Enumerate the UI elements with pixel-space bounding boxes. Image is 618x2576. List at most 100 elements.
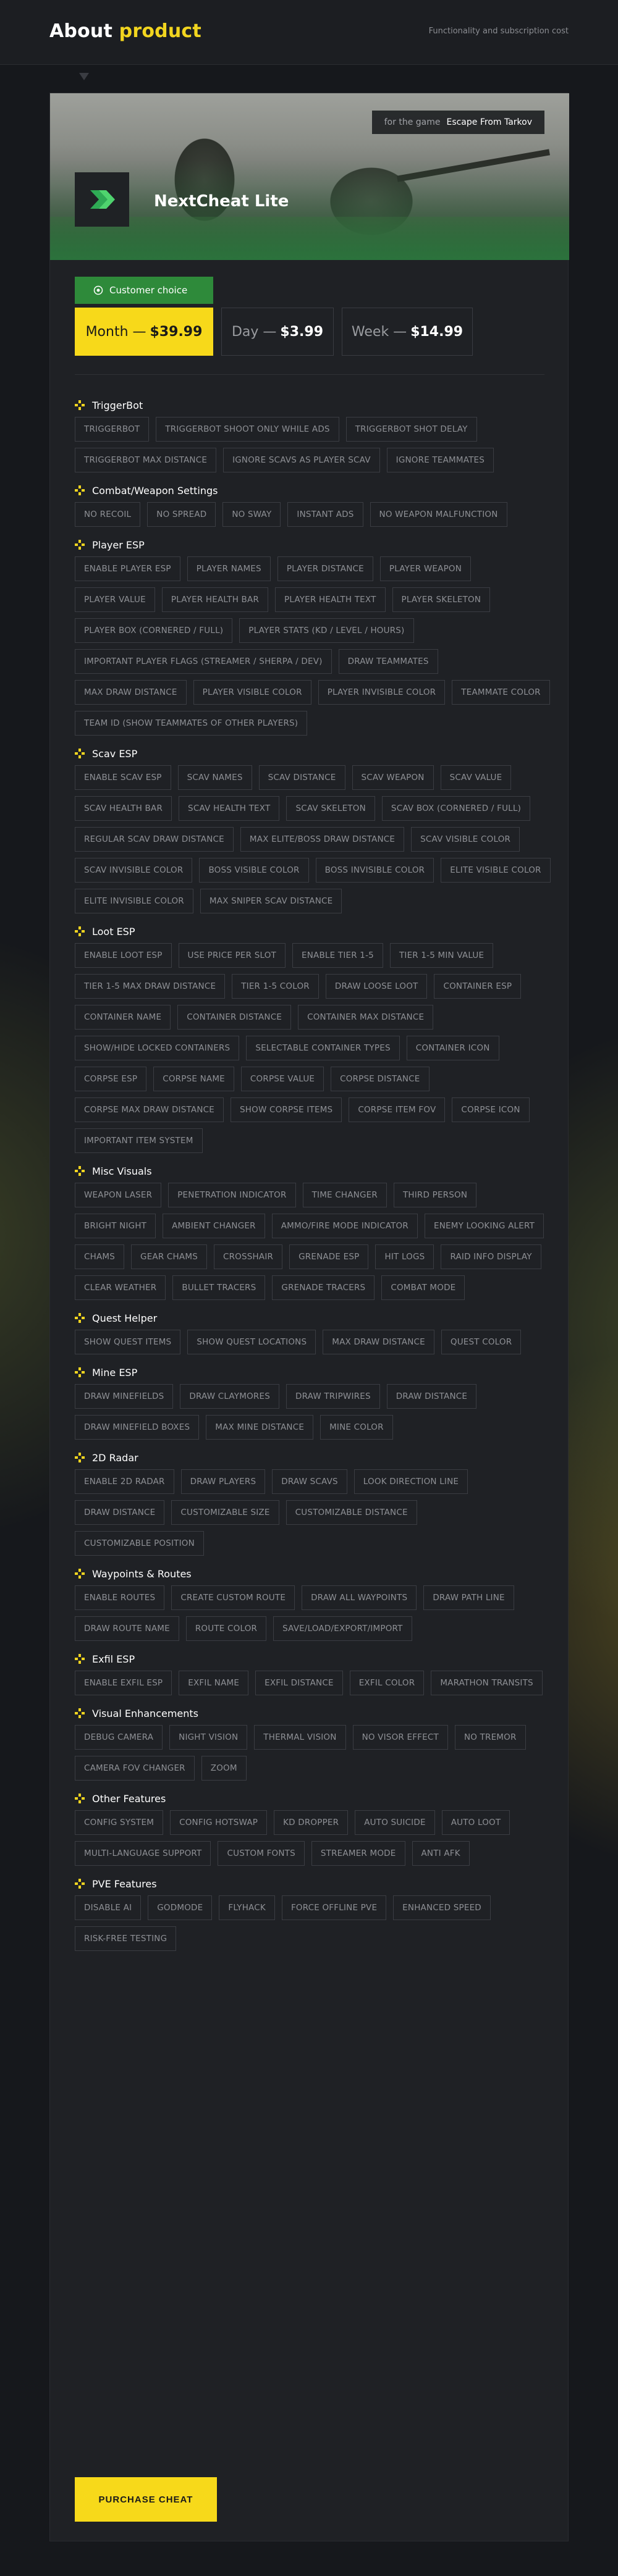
section-title: Combat/Weapon Settings (75, 481, 551, 500)
feature-tag: GEAR CHAMS (131, 1244, 207, 1269)
feature-tag: ENABLE SCAV ESP (75, 765, 171, 790)
feature-tags: SHOW QUEST ITEMS SHOW QUEST LOCATIONS MAX … (75, 1330, 551, 1354)
feature-tag: ELITE INVISIBLE COLOR (75, 889, 193, 913)
nextcheat-logo-icon (75, 172, 129, 227)
feature-list: TriggerBot TRIGGERBOT TRIGGERBOT SHOOT ONL… (75, 396, 551, 1960)
feature-tag: PLAYER WEAPON (379, 556, 472, 581)
section-title: Player ESP (75, 535, 551, 554)
feature-tags: ENABLE PLAYER ESP PLAYER NAMES PLAYER DIST… (75, 556, 551, 736)
feature-tag: CONTAINER ICON (406, 1036, 499, 1060)
feature-tag: PLAYER SKELETON (392, 587, 491, 612)
feature-tag: PLAYER HEALTH TEXT (275, 587, 386, 612)
feature-tag: PLAYER NAMES (187, 556, 271, 581)
feature-tag: COMBAT MODE (381, 1275, 465, 1300)
feature-tag: PLAYER STATS (KD / LEVEL / HOURS) (239, 618, 414, 643)
feature-section: Mine ESP DRAW MINEFIELDS DRAW CLAYMORES DRA… (75, 1363, 551, 1440)
feature-tags: DRAW MINEFIELDS DRAW CLAYMORES DRAW TRIPWI… (75, 1384, 551, 1440)
game-tag: for the game Escape From Tarkov (371, 111, 544, 134)
feature-tag: RAID INFO DISPLAY (441, 1244, 541, 1269)
feature-tag: MAX DRAW DISTANCE (323, 1330, 434, 1354)
feature-tag: HIT LOGS (375, 1244, 434, 1269)
feature-tag: SHOW QUEST ITEMS (75, 1330, 181, 1354)
page-title: About product (49, 20, 201, 42)
feature-tag: KD DROPPER (274, 1810, 349, 1835)
feature-tag: EXFIL DISTANCE (255, 1671, 343, 1695)
feature-section: PVE Features DISABLE AI GODMODE FLYHACK FORC… (75, 1874, 551, 1951)
feature-tag: PLAYER DISTANCE (277, 556, 373, 581)
feature-tag: TIME CHANGER (302, 1183, 387, 1207)
feature-tag: EXFIL COLOR (349, 1671, 425, 1695)
feature-tag: ENABLE ROUTES (75, 1585, 165, 1610)
section-title-label: Combat/Weapon Settings (92, 484, 218, 497)
purchase-button[interactable]: PURCHASE CHEAT (75, 2477, 217, 2522)
feature-tag: CONTAINER NAME (75, 1005, 171, 1030)
crosshair-icon (75, 1569, 85, 1579)
plan-day[interactable]: Day — $3.99 (221, 308, 334, 356)
section-title-label: Player ESP (92, 539, 145, 551)
section-title-label: Quest Helper (92, 1312, 158, 1324)
feature-tag: AUTO LOOT (441, 1810, 510, 1835)
feature-tag: BOSS INVISIBLE COLOR (315, 858, 434, 883)
feature-tag: MAX ELITE/BOSS DRAW DISTANCE (240, 827, 405, 852)
feature-tag: SCAV VALUE (440, 765, 512, 790)
feature-tag: SCAV INVISIBLE COLOR (75, 858, 193, 883)
feature-tag: CONTAINER DISTANCE (177, 1005, 292, 1030)
feature-tag: TIER 1-5 COLOR (232, 974, 319, 999)
section-title: Other Features (75, 1789, 551, 1808)
section-title: 2D Radar (75, 1448, 551, 1467)
section-title: TriggerBot (75, 396, 551, 414)
feature-tag: STREAMER MODE (311, 1841, 405, 1866)
feature-tag: PLAYER INVISIBLE COLOR (318, 680, 446, 705)
page-subtitle: Functionality and subscription cost (428, 27, 569, 36)
feature-tag: DRAW CLAYMORES (180, 1384, 279, 1409)
section-title-label: Scav ESP (92, 747, 138, 760)
section-title-label: 2D Radar (92, 1451, 138, 1464)
feature-tags: CONFIG SYSTEM CONFIG HOTSWAP KD DROPPER AUT… (75, 1810, 551, 1866)
feature-tags: WEAPON LASER PENETRATION INDICATOR TIME CH… (75, 1183, 551, 1300)
feature-section: Other Features CONFIG SYSTEM CONFIG HOTSWA… (75, 1789, 551, 1866)
feature-tag: SELECTABLE CONTAINER TYPES (246, 1036, 400, 1060)
feature-tag: CONTAINER ESP (434, 974, 522, 999)
feature-tag: TIER 1-5 MAX DRAW DISTANCE (75, 974, 226, 999)
section-title: Loot ESP (75, 922, 551, 941)
plan-period: Week (351, 324, 389, 340)
product-hero-image: for the game Escape From Tarkov NextChea… (50, 93, 569, 260)
feature-tags: ENABLE 2D RADAR DRAW PLAYERS DRAW SCAVS LOO… (75, 1469, 551, 1556)
feature-tag: CONFIG HOTSWAP (170, 1810, 268, 1835)
crosshair-icon (75, 485, 85, 495)
crosshair-icon (75, 1166, 85, 1176)
plan-period: Month (85, 324, 129, 340)
plan-week[interactable]: Week — $14.99 (342, 308, 473, 356)
feature-tag: TRIGGERBOT MAX DISTANCE (75, 448, 217, 472)
caret-down-icon (79, 73, 89, 80)
crosshair-icon (75, 1313, 85, 1323)
feature-tag: CONTAINER MAX DISTANCE (298, 1005, 434, 1030)
section-title: Visual Enhancements (75, 1704, 551, 1722)
plan-month[interactable]: Month — $39.99 (75, 308, 213, 356)
crosshair-icon (75, 540, 85, 550)
section-title-label: Exfil ESP (92, 1653, 135, 1665)
feature-tags: ENABLE EXFIL ESP EXFIL NAME EXFIL DISTANCE… (75, 1671, 551, 1695)
feature-tag: PLAYER HEALTH BAR (161, 587, 269, 612)
feature-tag: ENEMY LOOKING ALERT (424, 1214, 544, 1238)
feature-tag: DRAW DISTANCE (75, 1500, 165, 1525)
feature-tag: PENETRATION INDICATOR (168, 1183, 296, 1207)
feature-tag: FORCE OFFLINE PVE (281, 1895, 387, 1920)
feature-tag: DRAW LOOSE LOOT (325, 974, 428, 999)
feature-tag: FLYHACK (219, 1895, 275, 1920)
feature-section: Misc Visuals WEAPON LASER PENETRATION INDI… (75, 1162, 551, 1300)
feature-tag: INSTANT ADS (287, 502, 363, 527)
feature-tag: RISK-FREE TESTING (75, 1926, 177, 1951)
feature-tag: ENABLE EXFIL ESP (75, 1671, 172, 1695)
feature-tag: IGNORE TEAMMATES (386, 448, 494, 472)
crosshair-icon (75, 1367, 85, 1377)
feature-tag: GRENADE ESP (289, 1244, 369, 1269)
customer-choice-badge: Customer choice (75, 277, 213, 304)
section-title-label: Misc Visuals (92, 1165, 152, 1177)
game-name: Escape From Tarkov (446, 117, 532, 127)
feature-tag: BULLET TRACERS (172, 1275, 266, 1300)
feature-tag: CORPSE ITEM FOV (349, 1097, 446, 1122)
plan-period: Day (231, 324, 259, 340)
feature-tag: REGULAR SCAV DRAW DISTANCE (75, 827, 234, 852)
feature-tag: EXFIL NAME (179, 1671, 249, 1695)
